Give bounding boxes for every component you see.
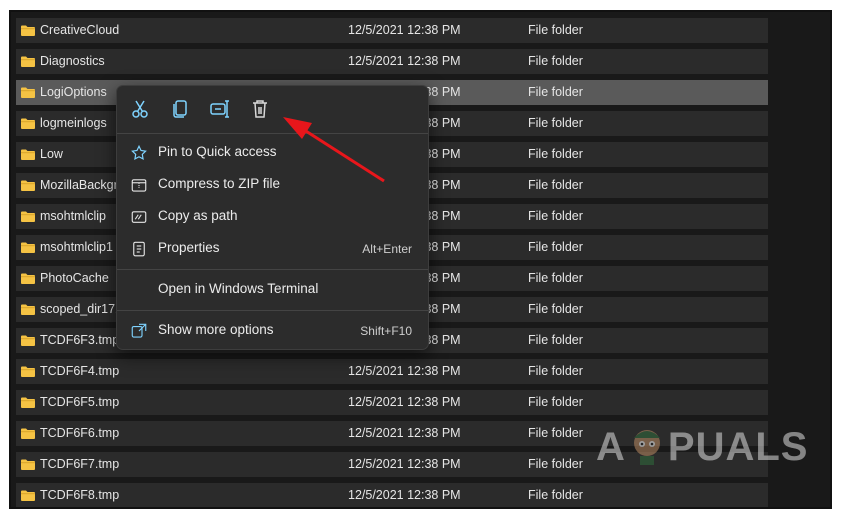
properties-icon	[130, 240, 148, 258]
menu-item-label: Open in Windows Terminal	[158, 281, 319, 296]
folder-icon	[21, 25, 35, 36]
file-name: TCDF6F3.tmp	[40, 333, 120, 347]
folder-icon	[21, 211, 35, 222]
folder-icon	[21, 397, 35, 408]
rename-icon[interactable]	[208, 97, 232, 121]
file-date: 12/5/2021 12:38 PM	[348, 488, 461, 502]
folder-icon	[21, 366, 35, 377]
menu-item-shortcut: Shift+F10	[360, 324, 412, 338]
folder-icon	[21, 273, 35, 284]
folder-icon	[21, 180, 35, 191]
file-type: File folder	[528, 488, 583, 502]
folder-icon	[21, 459, 35, 470]
file-type: File folder	[528, 85, 583, 99]
zip-icon	[130, 176, 148, 194]
file-name: TCDF6F7.tmp	[40, 457, 120, 471]
file-name: CreativeCloud	[40, 23, 120, 37]
file-name: logmeinlogs	[40, 116, 107, 130]
file-type: File folder	[528, 333, 583, 347]
file-type: File folder	[528, 395, 583, 409]
menu-item-label: Pin to Quick access	[158, 144, 277, 159]
folder-icon	[21, 242, 35, 253]
watermark-logo: A PUALS	[596, 424, 809, 469]
menu-item-shortcut: Alt+Enter	[362, 242, 412, 256]
folder-icon	[21, 56, 35, 67]
file-date: 12/5/2021 12:38 PM	[348, 54, 461, 68]
file-row[interactable]: TCDF6F4.tmp 12/5/2021 12:38 PM File folder	[16, 359, 768, 384]
menu-divider	[117, 133, 428, 134]
context-menu-toolbar	[117, 86, 428, 132]
menu-item-label: Properties	[158, 240, 220, 255]
file-date: 12/5/2021 12:38 PM	[348, 395, 461, 409]
menu-item-open-terminal[interactable]: Open in Windows Terminal	[117, 275, 428, 305]
file-type: File folder	[528, 240, 583, 254]
menu-item-label: Compress to ZIP file	[158, 176, 281, 191]
file-row[interactable]: CreativeCloud 12/5/2021 12:38 PM File fold…	[16, 18, 768, 43]
folder-icon	[21, 118, 35, 129]
file-name: TCDF6F5.tmp	[40, 395, 120, 409]
context-menu: Pin to Quick access Compress to ZIP file…	[116, 85, 429, 350]
menu-item-copy-as-path[interactable]: Copy as path	[117, 202, 428, 232]
mascot-icon	[626, 424, 668, 466]
menu-item-show-more-options[interactable]: Show more options Shift+F10	[117, 316, 428, 346]
file-name: msohtmlclip	[40, 209, 106, 223]
menu-item-compress-zip[interactable]: Compress to ZIP file	[117, 170, 428, 200]
folder-icon	[21, 304, 35, 315]
file-name: Low	[40, 147, 63, 161]
file-name: TCDF6F8.tmp	[40, 488, 120, 502]
file-date: 12/5/2021 12:38 PM	[348, 426, 461, 440]
delete-icon[interactable]	[248, 97, 272, 121]
menu-divider	[117, 269, 428, 270]
file-type: File folder	[528, 147, 583, 161]
file-row[interactable]: TCDF6F8.tmp 12/5/2021 12:38 PM File folder	[16, 483, 768, 507]
file-name: LogiOptions	[40, 85, 107, 99]
copy-path-icon	[130, 208, 148, 226]
file-row[interactable]: Diagnostics 12/5/2021 12:38 PM File folder	[16, 49, 768, 74]
file-name: PhotoCache	[40, 271, 109, 285]
file-name: TCDF6F4.tmp	[40, 364, 120, 378]
file-type: File folder	[528, 54, 583, 68]
folder-icon	[21, 149, 35, 160]
menu-divider	[117, 310, 428, 311]
folder-icon	[21, 335, 35, 346]
file-type: File folder	[528, 457, 583, 471]
cut-icon[interactable]	[128, 97, 152, 121]
file-type: File folder	[528, 271, 583, 285]
file-name: Diagnostics	[40, 54, 105, 68]
file-date: 12/5/2021 12:38 PM	[348, 364, 461, 378]
menu-item-properties[interactable]: Properties Alt+Enter	[117, 234, 428, 264]
file-type: File folder	[528, 209, 583, 223]
menu-item-label: Copy as path	[158, 208, 238, 223]
file-name: msohtmlclip1	[40, 240, 113, 254]
file-type: File folder	[528, 178, 583, 192]
copy-icon[interactable]	[168, 97, 192, 121]
file-row[interactable]: TCDF6F5.tmp 12/5/2021 12:38 PM File folder	[16, 390, 768, 415]
file-date: 12/5/2021 12:38 PM	[348, 23, 461, 37]
star-icon	[130, 144, 148, 162]
menu-item-label: Show more options	[158, 322, 274, 337]
file-type: File folder	[528, 426, 583, 440]
folder-icon	[21, 428, 35, 439]
file-type: File folder	[528, 364, 583, 378]
folder-icon	[21, 490, 35, 501]
share-icon	[130, 322, 148, 340]
file-type: File folder	[528, 23, 583, 37]
file-type: File folder	[528, 302, 583, 316]
folder-icon	[21, 87, 35, 98]
file-type: File folder	[528, 116, 583, 130]
menu-item-pin-quick-access[interactable]: Pin to Quick access	[117, 138, 428, 168]
file-date: 12/5/2021 12:38 PM	[348, 457, 461, 471]
file-name: TCDF6F6.tmp	[40, 426, 120, 440]
